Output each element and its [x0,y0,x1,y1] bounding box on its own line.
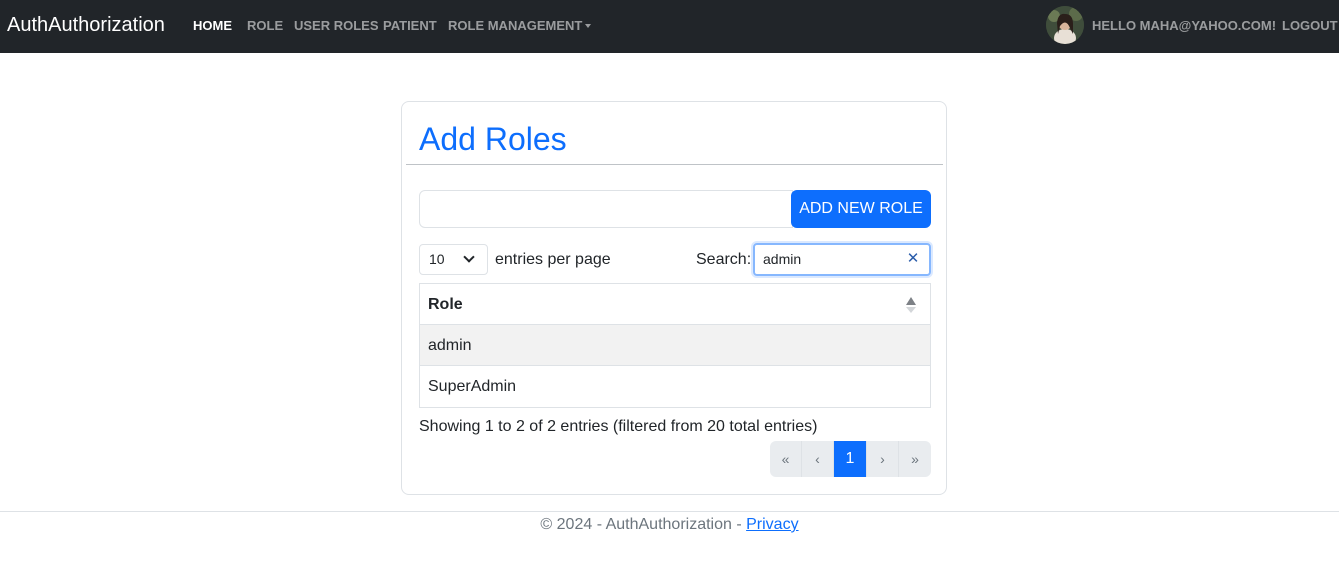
search-value: admin [763,251,802,267]
brand-link[interactable]: AuthAuthorization [7,13,165,37]
footer-text: © 2024 - AuthAuthorization - [540,516,747,533]
nav-role-management-dropdown[interactable]: ROLE MANAGEMENT [448,18,592,34]
logout-link[interactable]: LOGOUT [1282,18,1338,34]
nav-user-roles[interactable]: USER ROLES [294,18,379,34]
search-input[interactable]: admin ✕ [753,243,931,276]
privacy-link[interactable]: Privacy [746,516,798,533]
avatar[interactable] [1046,6,1084,44]
roles-table: Role admin SuperAdmin [419,283,931,408]
sort-asc-icon [906,297,916,305]
nav-role[interactable]: ROLE [247,18,283,34]
divider [406,164,943,165]
search-label: Search: [696,251,752,268]
footer-divider [0,511,1339,512]
user-greeting[interactable]: HELLO MAHA@YAHOO.COM! [1092,18,1276,34]
footer: © 2024 - AuthAuthorization - Privacy [0,515,1339,535]
page-title: Add Roles [419,121,567,157]
table-info: Showing 1 to 2 of 2 entries (filtered fr… [419,418,818,435]
add-new-role-button[interactable]: ADD NEW ROLE [791,190,931,228]
nav-home[interactable]: HOME [193,18,232,34]
entries-per-page-value: 10 [429,251,445,267]
entries-per-page-label: entries per page [495,251,611,268]
table-cell-role: admin [428,337,472,354]
current-page-button[interactable]: 1 [834,441,867,477]
table-header-role[interactable]: Role [420,284,930,325]
role-name-input[interactable] [419,190,793,228]
prev-page-button[interactable]: ‹ [802,441,834,477]
sort-desc-icon [906,307,916,313]
nav-role-management-label: ROLE MANAGEMENT [448,18,583,33]
last-page-button[interactable]: » [899,441,931,477]
table-row[interactable]: admin [420,325,930,366]
caret-down-icon [585,23,592,28]
next-page-button[interactable]: › [867,441,899,477]
first-page-button[interactable]: « [770,441,802,477]
table-header-label: Role [428,296,463,313]
avatar-image [1046,6,1084,44]
pagination: « ‹ 1 › » [770,441,931,477]
roles-card: Add Roles ADD NEW ROLE 10 entries per pa… [401,101,947,495]
navbar: AuthAuthorization HOME ROLE USER ROLES P… [0,0,1339,53]
clear-search-icon[interactable]: ✕ [906,251,920,267]
nav-patient[interactable]: PATIENT [383,18,437,34]
table-cell-role: SuperAdmin [428,378,517,395]
table-row[interactable]: SuperAdmin [420,366,930,407]
entries-per-page-select[interactable]: 10 [419,244,488,275]
chevron-down-icon [463,251,475,263]
